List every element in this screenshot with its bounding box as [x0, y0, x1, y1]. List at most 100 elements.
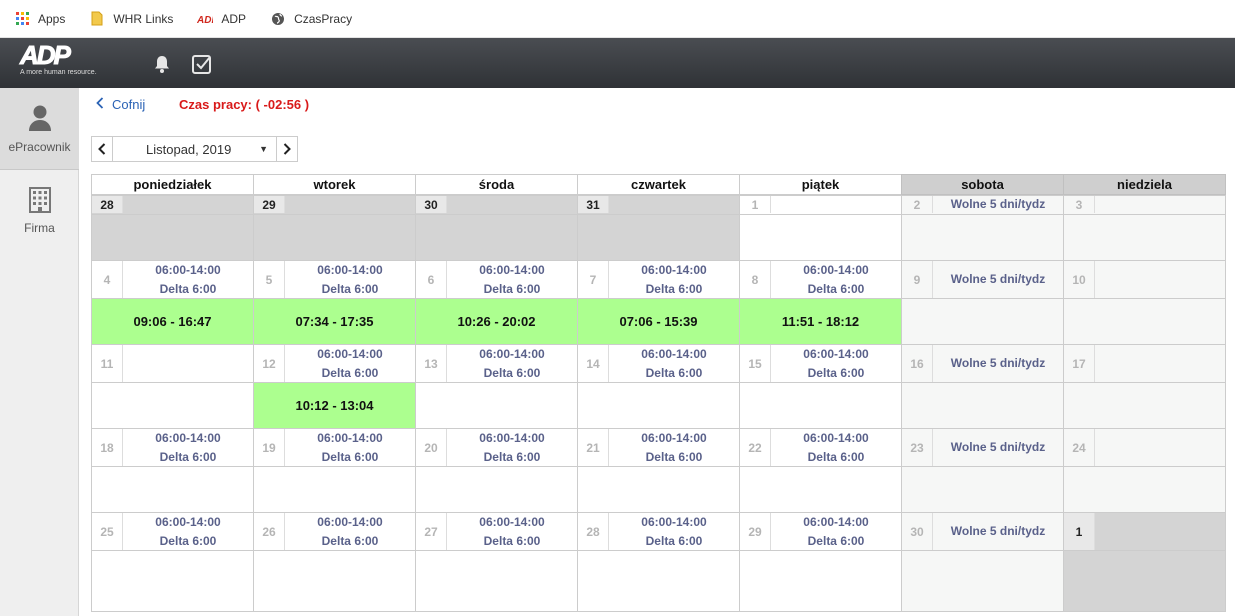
worked-time-empty[interactable] [1063, 214, 1226, 260]
worked-time-empty[interactable] [1063, 550, 1226, 612]
day-cell[interactable]: 1 [739, 195, 901, 214]
day-cell[interactable]: 2 Wolne 5 dni/tydz [901, 195, 1063, 214]
worked-time-entry[interactable]: 07:06 - 15:39 [577, 298, 739, 344]
day-cell[interactable]: 3 [1063, 195, 1226, 214]
day-cell[interactable]: 19 06:00-14:00 Delta 6:00 [253, 428, 415, 466]
day-number: 29 [254, 196, 285, 213]
worked-time-empty[interactable] [415, 214, 577, 260]
day-cell[interactable]: 15 06:00-14:00 Delta 6:00 [739, 344, 901, 382]
worked-time-entry[interactable]: 07:34 - 17:35 [253, 298, 415, 344]
worked-time-empty[interactable] [901, 214, 1063, 260]
day-cell[interactable]: 12 06:00-14:00 Delta 6:00 [253, 344, 415, 382]
day-cell[interactable]: 31 [577, 195, 739, 214]
day-cell[interactable]: 30 [415, 195, 577, 214]
day-number: 21 [578, 429, 609, 466]
adp-logo[interactable]: ADP A more human resource. [20, 42, 120, 84]
month-select[interactable]: Listopad, 2019 ▼ [113, 136, 276, 162]
worked-time-empty[interactable] [577, 550, 739, 612]
sidebar-item-label: ePracownik [8, 139, 71, 154]
day-cell[interactable]: 11 [91, 344, 253, 382]
worked-time-empty[interactable] [901, 466, 1063, 512]
day-cell[interactable]: 29 06:00-14:00 Delta 6:00 [739, 512, 901, 550]
worked-time-empty[interactable] [739, 214, 901, 260]
bookmark-label: CzasPracy [294, 11, 353, 26]
worked-time-empty[interactable] [91, 382, 253, 428]
day-cell[interactable]: 9 Wolne 5 dni/tydz [901, 260, 1063, 298]
worked-time-empty[interactable] [577, 466, 739, 512]
worked-time-empty[interactable] [253, 550, 415, 612]
day-cell[interactable]: 27 06:00-14:00 Delta 6:00 [415, 512, 577, 550]
day-schedule: 06:00-14:00 Delta 6:00 [123, 261, 253, 298]
day-number: 24 [1064, 429, 1095, 466]
worked-time-entry[interactable]: 10:26 - 20:02 [415, 298, 577, 344]
worked-time-empty[interactable] [739, 550, 901, 612]
day-cell[interactable]: 30 Wolne 5 dni/tydz [901, 512, 1063, 550]
worked-time-empty[interactable] [901, 550, 1063, 612]
worked-time-empty[interactable] [91, 214, 253, 260]
bookmark-whr-links[interactable]: WHR Links [89, 11, 173, 27]
worked-time-empty[interactable] [253, 466, 415, 512]
worked-time-entry[interactable]: 11:51 - 18:12 [739, 298, 901, 344]
worked-time-empty[interactable] [901, 382, 1063, 428]
day-cell[interactable]: 7 06:00-14:00 Delta 6:00 [577, 260, 739, 298]
day-cell[interactable]: 14 06:00-14:00 Delta 6:00 [577, 344, 739, 382]
day-cell[interactable]: 4 06:00-14:00 Delta 6:00 [91, 260, 253, 298]
day-cell[interactable]: 29 [253, 195, 415, 214]
day-number: 25 [92, 513, 123, 550]
day-cell[interactable]: 25 06:00-14:00 Delta 6:00 [91, 512, 253, 550]
day-cell[interactable]: 5 06:00-14:00 Delta 6:00 [253, 260, 415, 298]
day-cell[interactable]: 26 06:00-14:00 Delta 6:00 [253, 512, 415, 550]
sidebar: ePracownik Firma [0, 88, 79, 616]
worked-time-empty[interactable] [739, 466, 901, 512]
worked-time-entry[interactable]: 09:06 - 16:47 [91, 298, 253, 344]
schedule-shift: 06:00-14:00 [803, 262, 869, 277]
worked-time-empty[interactable] [415, 550, 577, 612]
day-number: 9 [902, 261, 933, 298]
bookmark-apps[interactable]: Apps [14, 11, 65, 27]
day-schedule [771, 196, 901, 213]
worked-time-empty[interactable] [577, 382, 739, 428]
back-link[interactable]: Cofnij [96, 97, 145, 112]
day-cell[interactable]: 18 06:00-14:00 Delta 6:00 [91, 428, 253, 466]
day-cell[interactable]: 24 [1063, 428, 1226, 466]
day-cell[interactable]: 10 [1063, 260, 1226, 298]
day-cell[interactable]: 1 [1063, 512, 1226, 550]
sidebar-item-epracownik[interactable]: ePracownik [0, 88, 79, 170]
worked-time-empty[interactable] [577, 214, 739, 260]
day-cell[interactable]: 28 06:00-14:00 Delta 6:00 [577, 512, 739, 550]
worked-time-empty[interactable] [91, 466, 253, 512]
schedule-shift: 06:00-14:00 [479, 514, 545, 529]
worked-time-empty[interactable] [253, 214, 415, 260]
day-cell[interactable]: 22 06:00-14:00 Delta 6:00 [739, 428, 901, 466]
day-cell[interactable]: 23 Wolne 5 dni/tydz [901, 428, 1063, 466]
bookmark-czaspracy[interactable]: CzasPracy [270, 11, 352, 27]
day-number: 10 [1064, 261, 1095, 298]
worked-time-empty[interactable] [415, 466, 577, 512]
next-month-button[interactable] [276, 136, 298, 162]
day-schedule: 06:00-14:00 Delta 6:00 [447, 513, 577, 550]
worked-time-entry[interactable]: 10:12 - 13:04 [253, 382, 415, 428]
bell-icon[interactable] [151, 53, 173, 75]
worked-time-empty[interactable] [1063, 466, 1226, 512]
day-cell[interactable]: 16 Wolne 5 dni/tydz [901, 344, 1063, 382]
worked-time-empty[interactable] [91, 550, 253, 612]
day-cell[interactable]: 8 06:00-14:00 Delta 6:00 [739, 260, 901, 298]
worked-time-empty[interactable] [739, 382, 901, 428]
worked-time-empty[interactable] [1063, 298, 1226, 344]
schedule-shift: 06:00-14:00 [803, 514, 869, 529]
schedule-delta: Delta 6:00 [807, 533, 865, 548]
day-schedule: 06:00-14:00 Delta 6:00 [771, 261, 901, 298]
day-cell[interactable]: 28 [91, 195, 253, 214]
checkbox-icon[interactable] [191, 53, 213, 75]
day-cell[interactable]: 20 06:00-14:00 Delta 6:00 [415, 428, 577, 466]
day-cell[interactable]: 13 06:00-14:00 Delta 6:00 [415, 344, 577, 382]
worked-time-empty[interactable] [1063, 382, 1226, 428]
sidebar-item-firma[interactable]: Firma [0, 170, 79, 252]
day-cell[interactable]: 21 06:00-14:00 Delta 6:00 [577, 428, 739, 466]
day-cell[interactable]: 6 06:00-14:00 Delta 6:00 [415, 260, 577, 298]
prev-month-button[interactable] [91, 136, 113, 162]
bookmark-adp[interactable]: ADP ADP [197, 11, 246, 27]
worked-time-empty[interactable] [901, 298, 1063, 344]
worked-time-empty[interactable] [415, 382, 577, 428]
day-cell[interactable]: 17 [1063, 344, 1226, 382]
